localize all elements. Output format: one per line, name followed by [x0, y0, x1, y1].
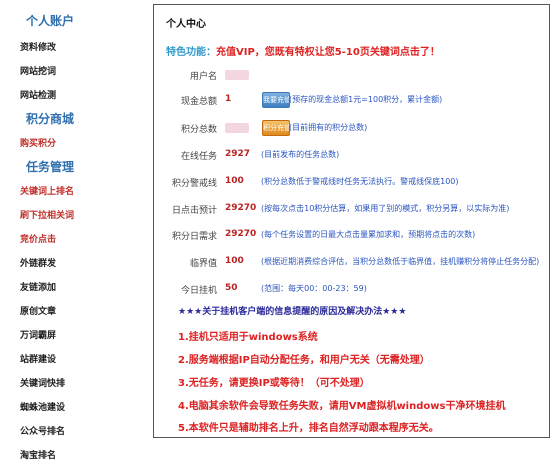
sidebar-item-keyword-ranking[interactable]: 关键词上排名 — [20, 184, 74, 197]
critical-value: 100 — [225, 256, 244, 266]
points-desc: (目前拥有的积分总数) — [289, 123, 368, 132]
username-label: 用户名 — [189, 72, 217, 82]
tip-item: 5.本软件只是辅助排名上升，排名自然浮动跟本程序无关。 — [178, 423, 439, 434]
sidebar-item-profile-edit[interactable]: 资料修改 — [20, 40, 56, 53]
panel-title: 个人中心 — [166, 19, 206, 30]
tip-item: 3.无任务，请更换IP或等待！（可不处理） — [178, 378, 370, 389]
sidebar-item-friend-links[interactable]: 友链添加 — [20, 280, 56, 293]
row-daily-need: 积分日需求 29270 (每个任务设置的日最大点击量累加求和，预期将点击的次数) — [154, 227, 549, 245]
sidebar-item-keyword-fast-rank[interactable]: 关键词快排 — [20, 376, 65, 389]
cash-desc: (预存的现金总额1元=100积分，累计金额) — [289, 95, 443, 104]
feature-label: 特色功能： — [166, 47, 216, 58]
hangup-today-label: 今日挂机 — [180, 286, 217, 296]
online-tasks-desc: (目前发布的任务总数) — [261, 150, 340, 159]
sidebar-item-taobao-rank[interactable]: 淘宝排名 — [20, 448, 56, 461]
critical-desc: (根据近期消费综合评估，当积分总数低于临界值，挂机赚积分将停止任务分配) — [261, 257, 540, 266]
feature-banner: 特色功能：充值VIP，您既有特权让您5-10页关键词点击了！ — [166, 43, 440, 58]
online-tasks-value: 2927 — [225, 149, 251, 159]
points-value — [225, 123, 249, 133]
points-recharge-button[interactable]: 积分充值 — [262, 120, 290, 136]
daily-estimate-label: 日点击预计 — [171, 206, 217, 216]
points-label: 积分总数 — [180, 125, 217, 135]
sidebar-item-buy-points[interactable]: 购买积分 — [20, 136, 56, 149]
tip-item: 4.电脑其余软件会导致任务失败，请用VM虚拟机windows干净环境挂机 — [178, 401, 506, 412]
daily-need-desc: (每个任务设置的日最大点击量累加求和，预期将点击的次数) — [261, 230, 476, 239]
row-hangup-today: 今日挂机 50 (范围：每天00：00-23：59) — [154, 281, 549, 299]
alert-line-value: 100 — [225, 176, 244, 186]
sidebar-item-site-group[interactable]: 站群建设 — [20, 352, 56, 365]
daily-need-value: 29270 — [225, 229, 257, 239]
row-alert-line: 积分警戒线 100 (积分总数低于警戒线时任务无法执行。警戒线保底100) — [154, 174, 549, 192]
tip-item: 1.挂机只适用于windows系统 — [178, 332, 318, 343]
sidebar: 个人账户 资料修改 网站挖词 网站检测 积分商城 购买积分 任务管理 关键词上排… — [0, 0, 150, 470]
row-critical: 临界值 100 (根据近期消费综合评估，当积分总数低于临界值，挂机赚积分将停止任… — [154, 254, 549, 272]
sidebar-heading-points-mall: 积分商城 — [25, 112, 74, 126]
sidebar-item-spider-pool[interactable]: 蜘蛛池建设 — [20, 400, 65, 413]
username-value — [225, 70, 249, 80]
sidebar-heading-account: 个人账户 — [25, 14, 74, 28]
sidebar-item-site-keywords[interactable]: 网站挖词 — [20, 64, 56, 77]
row-username: 用户名 — [154, 67, 549, 85]
sidebar-item-bid-click[interactable]: 竞价点击 — [20, 232, 56, 245]
online-tasks-label: 在线任务 — [180, 152, 217, 162]
tip-item: 2.服务端根据IP自动分配任务，和用户无关（无需处理） — [178, 355, 430, 366]
row-online-tasks: 在线任务 2927 (目前发布的任务总数) — [154, 147, 549, 165]
daily-need-label: 积分日需求 — [171, 232, 217, 242]
sidebar-item-word-domination[interactable]: 万词霸屏 — [20, 328, 56, 341]
sidebar-item-dropdown-words[interactable]: 刷下拉相关词 — [20, 208, 74, 221]
row-cash: 现金总额 1 我要充值 (预存的现金总额1元=100积分，累计金额) — [154, 92, 549, 110]
daily-estimate-desc: (按每次点击10积分估算，如果用了别的模式，积分另算，以实际为准) — [261, 204, 510, 213]
alert-line-desc: (积分总数低于警戒线时任务无法执行。警戒线保底100) — [261, 177, 459, 186]
sidebar-item-site-check[interactable]: 网站检测 — [20, 88, 56, 101]
critical-label: 临界值 — [189, 259, 217, 269]
sidebar-item-backlinks[interactable]: 外链群发 — [20, 256, 56, 269]
recharge-button[interactable]: 我要充值 — [262, 92, 290, 108]
sidebar-heading-task-management: 任务管理 — [25, 160, 74, 174]
row-daily-estimate: 日点击预计 29270 (按每次点击10积分估算，如果用了别的模式，积分另算，以… — [154, 201, 549, 219]
feature-text: 充值VIP，您既有特权让您5-10页关键词点击了！ — [216, 47, 440, 58]
cash-label: 现金总额 — [180, 97, 217, 107]
daily-estimate-value: 29270 — [225, 203, 257, 213]
notice-title: ★★★关于挂机客户端的信息提醒的原因及解决办法★★★ — [178, 307, 407, 317]
alert-line-label: 积分警戒线 — [171, 179, 217, 189]
sidebar-item-original-articles[interactable]: 原创文章 — [20, 304, 56, 317]
hangup-today-value: 50 — [225, 283, 238, 293]
sidebar-item-official-account-rank[interactable]: 公众号排名 — [20, 424, 65, 437]
personal-center-panel: 个人中心 特色功能：充值VIP，您既有特权让您5-10页关键词点击了！ 用户名 … — [153, 4, 550, 438]
hangup-today-desc: (范围：每天00：00-23：59) — [261, 284, 367, 293]
row-points: 积分总数 积分充值 (目前拥有的积分总数) — [154, 120, 549, 138]
cash-value: 1 — [225, 94, 232, 104]
